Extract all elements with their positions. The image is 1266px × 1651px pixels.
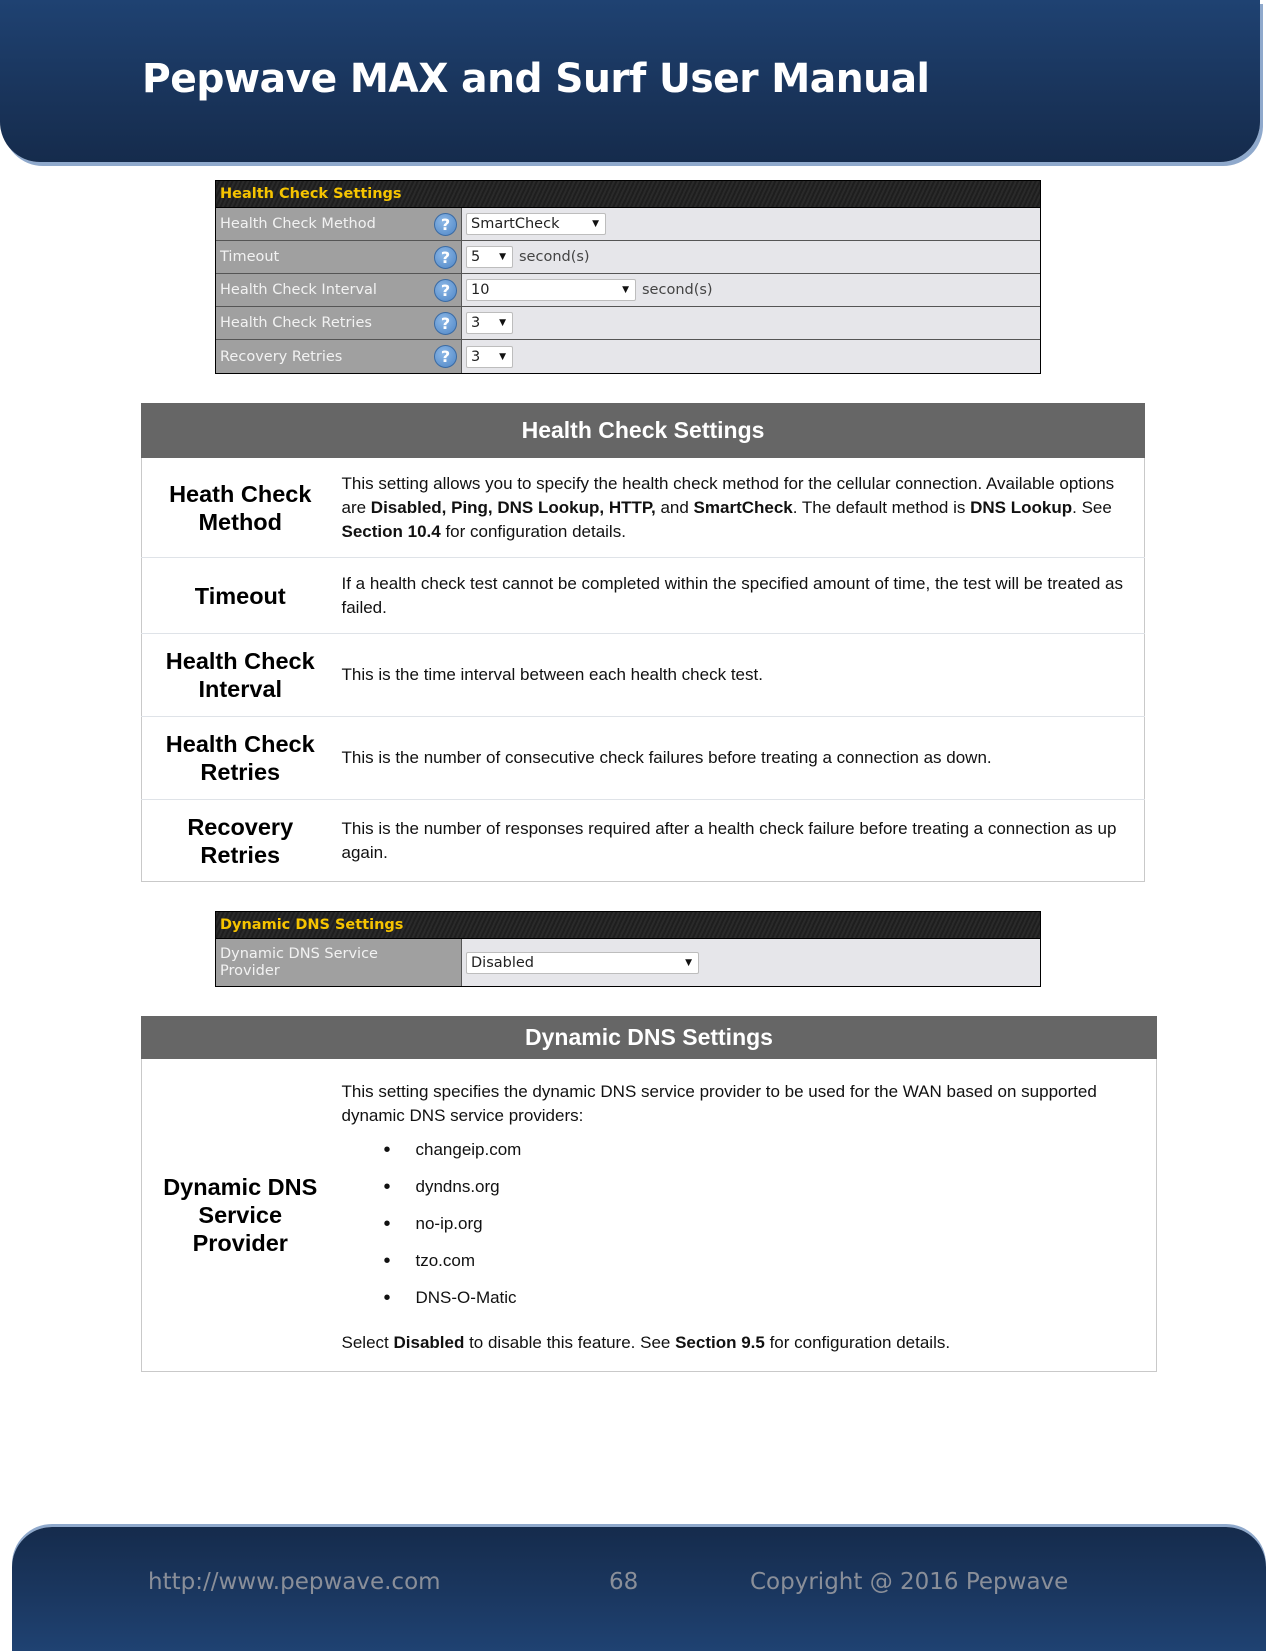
help-icon[interactable]: ? <box>434 212 457 236</box>
field-label: Health Check Method <box>220 216 376 232</box>
term-cell: Heath Check Method <box>141 457 339 558</box>
chevron-down-icon: ▼ <box>685 957 692 968</box>
page-number: 68 <box>609 1569 639 1595</box>
unit-label: second(s) <box>642 282 713 298</box>
list-item: tzo.com <box>342 1249 1145 1286</box>
outro-text: Select Disabled to disable this feature.… <box>341 1332 951 1352</box>
chevron-down-icon: ▼ <box>499 318 506 328</box>
timeout-select[interactable]: 5 ▼ <box>466 246 513 268</box>
list-item: DNS-O-Matic <box>342 1286 1145 1323</box>
table-row: Health Check Interval This is the time i… <box>141 633 1145 717</box>
health-check-method-select[interactable]: SmartCheck ▼ <box>466 213 606 235</box>
field-label: Recovery Retries <box>220 348 343 365</box>
health-check-retries-select[interactable]: 3 ▼ <box>466 312 513 334</box>
term-cell: Health Check Retries <box>141 716 339 800</box>
chevron-down-icon: ▼ <box>499 351 506 362</box>
field-label: Dynamic DNS Service Provider <box>220 945 378 979</box>
ddns-provider-select[interactable]: Disabled ▼ <box>466 951 699 974</box>
field-label: Health Check Retries <box>220 315 372 331</box>
help-icon[interactable]: ? <box>434 345 457 368</box>
field-label: Health Check Interval <box>220 282 377 298</box>
description-cell: This is the number of responses required… <box>338 799 1145 882</box>
list-item: changeip.com <box>342 1138 1145 1175</box>
table-row: Dynamic DNS Service Provider This settin… <box>141 1058 1157 1372</box>
term-cell: Health Check Interval <box>141 633 339 717</box>
dynamic-dns-settings-panel: Dynamic DNS Settings Dynamic DNS Service… <box>215 911 1041 987</box>
footer-url[interactable]: http://www.pepwave.com <box>148 1569 441 1595</box>
term-cell: Recovery Retries <box>141 799 339 882</box>
footer-copyright: Copyright @ 2016 Pepwave <box>750 1569 1069 1595</box>
settings-row-health-check-retries: Health Check Retries ? 3 ▼ <box>216 307 1040 340</box>
page-footer-banner: http://www.pepwave.com 68 Copyright @ 20… <box>12 1527 1266 1651</box>
chevron-down-icon: ▼ <box>592 219 599 229</box>
settings-row-recovery-retries: Recovery Retries ? 3 ▼ <box>216 340 1040 373</box>
description-cell: If a health check test cannot be complet… <box>338 557 1145 634</box>
settings-row-ddns-provider: Dynamic DNS Service Provider Disabled ▼ <box>216 939 1040 986</box>
term-cell: Timeout <box>141 557 339 634</box>
provider-list: changeip.com dyndns.org no-ip.org tzo.co… <box>342 1138 1145 1323</box>
intro-text: This setting specifies the dynamic DNS s… <box>341 1081 1097 1125</box>
description-cell: This setting specifies the dynamic DNS s… <box>338 1058 1157 1372</box>
health-check-settings-table: Health Check Settings Heath Check Method… <box>141 403 1145 882</box>
table-row: Heath Check Method This setting allows y… <box>141 457 1145 558</box>
field-label: Timeout <box>220 249 280 265</box>
list-item: dyndns.org <box>342 1175 1145 1212</box>
page-header-banner: Pepwave MAX and Surf User Manual <box>0 0 1260 162</box>
description-cell: This is the number of consecutive check … <box>338 716 1145 800</box>
health-check-settings-panel: Health Check Settings Health Check Metho… <box>215 180 1041 374</box>
help-icon[interactable]: ? <box>434 278 457 302</box>
settings-row-timeout: Timeout ? 5 ▼ second(s) <box>216 241 1040 274</box>
table-row: Timeout If a health check test cannot be… <box>141 557 1145 634</box>
chevron-down-icon: ▼ <box>622 285 629 295</box>
description-cell: This is the time interval between each h… <box>338 633 1145 717</box>
unit-label: second(s) <box>519 249 590 265</box>
settings-row-health-check-method: Health Check Method ? SmartCheck ▼ <box>216 208 1040 241</box>
help-icon[interactable]: ? <box>434 311 457 335</box>
chevron-down-icon: ▼ <box>499 252 506 262</box>
health-check-interval-select[interactable]: 10 ▼ <box>466 279 636 301</box>
recovery-retries-select[interactable]: 3 ▼ <box>466 345 513 368</box>
table-row: Recovery Retries This is the number of r… <box>141 799 1145 882</box>
table-header: Health Check Settings <box>141 403 1145 458</box>
panel-title: Dynamic DNS Settings <box>216 912 1040 939</box>
term-cell: Dynamic DNS Service Provider <box>141 1058 339 1372</box>
list-item: no-ip.org <box>342 1212 1145 1249</box>
help-icon[interactable]: ? <box>434 245 457 269</box>
table-header: Dynamic DNS Settings <box>141 1016 1157 1059</box>
document-title: Pepwave MAX and Surf User Manual <box>142 56 930 102</box>
settings-row-health-check-interval: Health Check Interval ? 10 ▼ second(s) <box>216 274 1040 307</box>
description-cell: This setting allows you to specify the h… <box>338 457 1145 558</box>
dynamic-dns-settings-table: Dynamic DNS Settings Dynamic DNS Service… <box>141 1016 1157 1372</box>
panel-title: Health Check Settings <box>216 181 1040 208</box>
table-row: Health Check Retries This is the number … <box>141 716 1145 800</box>
